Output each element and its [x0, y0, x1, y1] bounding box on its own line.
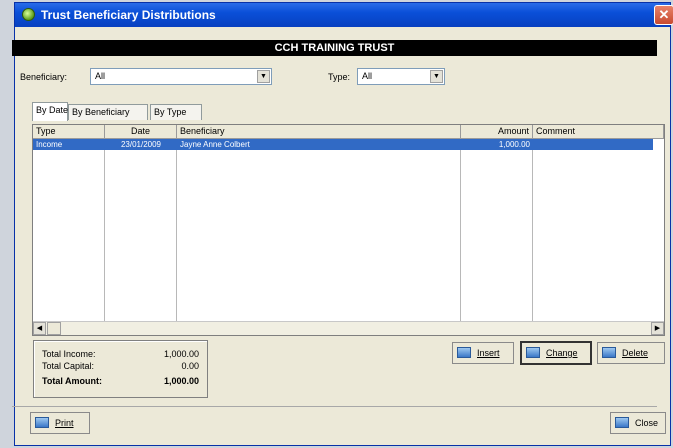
change-button-label: Change: [546, 348, 578, 358]
title-bar[interactable]: Trust Beneficiary Distributions ✕: [15, 3, 673, 27]
tab-by-beneficiary[interactable]: By Beneficiary: [68, 104, 148, 120]
print-button[interactable]: Print: [30, 412, 90, 434]
column-type: [33, 125, 105, 335]
total-income-label: Total Income:: [42, 349, 96, 359]
total-amount-label: Total Amount:: [42, 376, 102, 386]
column-date: [105, 125, 177, 335]
column-beneficiary: [177, 125, 461, 335]
cell-comment: [533, 139, 653, 150]
window-close-button[interactable]: ✕: [654, 5, 673, 25]
column-amount: [461, 125, 533, 335]
cell-date: 23/01/2009: [120, 140, 162, 149]
delete-button-label: Delete: [622, 348, 649, 358]
tab-by-date[interactable]: By Date: [32, 102, 68, 121]
trust-name-banner: CCH TRAINING TRUST: [12, 40, 657, 56]
total-amount-value: 1,000.00: [163, 376, 199, 386]
type-dropdown-value: All: [362, 71, 373, 81]
scroll-right-icon[interactable]: ▶: [651, 322, 664, 335]
delete-icon: [602, 347, 616, 358]
header-comment[interactable]: Comment: [533, 125, 664, 139]
cell-type: Income: [36, 140, 63, 149]
tab-by-type[interactable]: By Type: [150, 104, 202, 120]
printer-icon: [35, 417, 49, 428]
beneficiary-dropdown-value: All: [95, 71, 106, 81]
cell-beneficiary: Jayne Anne Colbert: [180, 140, 250, 149]
beneficiary-dropdown[interactable]: All ▼: [90, 68, 272, 85]
close-button[interactable]: Close: [610, 412, 666, 434]
app-icon: [22, 8, 35, 21]
total-capital-label: Total Capital:: [42, 361, 95, 371]
insert-icon: [457, 347, 471, 358]
column-comment: [533, 125, 653, 335]
totals-panel: Total Income: 1,000.00 Total Capital: 0.…: [33, 340, 208, 398]
distributions-table[interactable]: Type Date Beneficiary Amount Comment Inc…: [32, 124, 665, 336]
type-label: Type:: [328, 72, 351, 82]
window-title: Trust Beneficiary Distributions: [41, 8, 216, 22]
close-icon: [615, 417, 629, 428]
delete-button[interactable]: Delete: [597, 342, 665, 364]
table-row[interactable]: Income 23/01/2009 Jayne Anne Colbert 1,0…: [33, 139, 653, 150]
total-income-value: 1,000.00: [163, 349, 199, 359]
change-button[interactable]: Change: [520, 341, 592, 365]
cell-amount: 1,000.00: [498, 140, 530, 149]
insert-button-label: Insert: [477, 348, 500, 358]
footer-divider: [12, 406, 657, 407]
type-dropdown[interactable]: All ▼: [357, 68, 445, 85]
header-type[interactable]: Type: [33, 125, 105, 139]
horizontal-scrollbar[interactable]: ◀ ▶: [33, 321, 664, 335]
print-button-label: Print: [55, 418, 74, 428]
header-beneficiary[interactable]: Beneficiary: [177, 125, 461, 139]
scroll-left-icon[interactable]: ◀: [33, 322, 46, 335]
insert-button[interactable]: Insert: [452, 342, 514, 364]
header-amount[interactable]: Amount: [461, 125, 533, 139]
close-button-label: Close: [635, 418, 659, 428]
change-icon: [526, 347, 540, 358]
total-capital-value: 0.00: [181, 361, 199, 371]
header-date[interactable]: Date: [105, 125, 177, 139]
chevron-down-icon[interactable]: ▼: [257, 70, 270, 83]
scroll-thumb[interactable]: [47, 322, 61, 335]
chevron-down-icon[interactable]: ▼: [430, 70, 443, 83]
beneficiary-label: Beneficiary:: [20, 72, 68, 82]
